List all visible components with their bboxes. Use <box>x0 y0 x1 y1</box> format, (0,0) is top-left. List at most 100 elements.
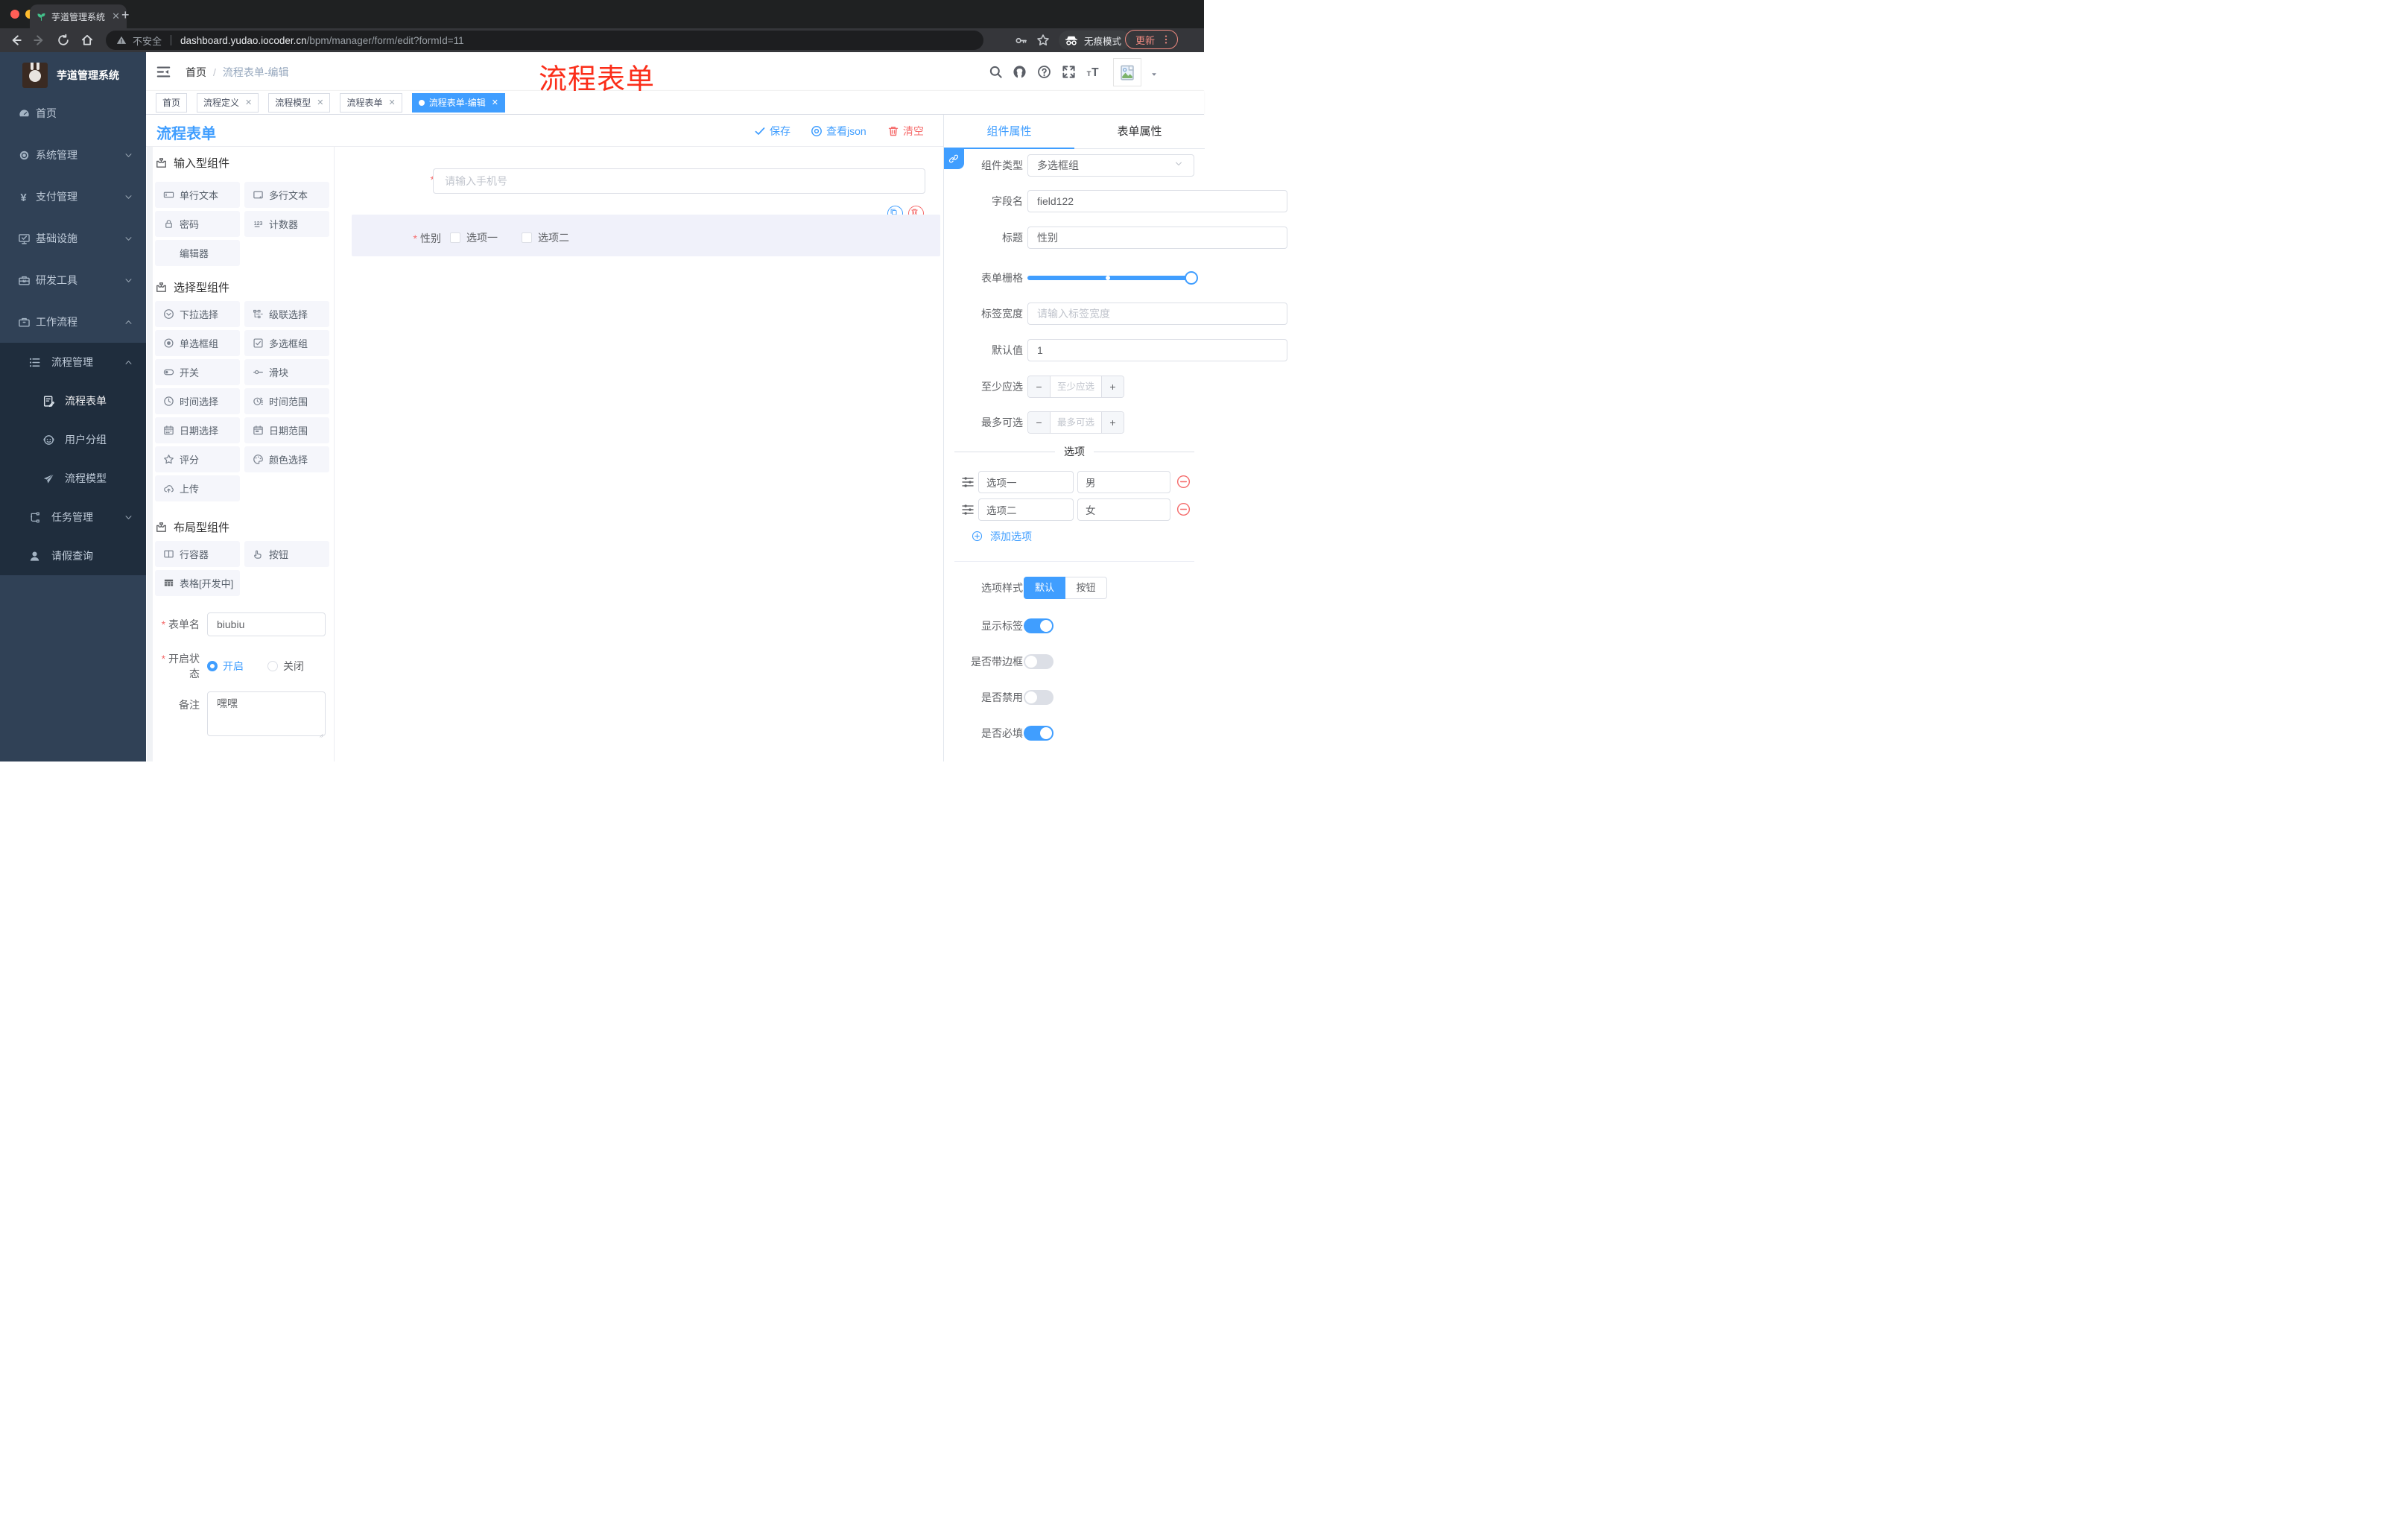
status-radio-off[interactable]: 关闭 <box>267 659 304 674</box>
sidebar-item-流程模型[interactable]: 流程模型 <box>0 459 146 498</box>
drag-handle-icon[interactable] <box>961 475 975 489</box>
fullscreen-icon[interactable] <box>1062 65 1076 79</box>
option-value-input[interactable] <box>1077 498 1170 521</box>
tab-close-icon[interactable]: ✕ <box>112 10 120 22</box>
tab-component-props[interactable]: 组件属性 <box>944 115 1074 148</box>
sidebar-item-支付管理[interactable]: ¥ 支付管理 <box>0 176 146 218</box>
palette-item-多选框组[interactable]: 多选框组 <box>244 330 329 356</box>
palette-item-级联选择[interactable]: 级联选择 <box>244 301 329 327</box>
avatar-caret-icon[interactable] <box>1150 72 1158 77</box>
field-name-input[interactable] <box>1027 190 1287 212</box>
sidebar-item-用户分组[interactable]: 用户分组 <box>0 420 146 459</box>
palette-item-滑块[interactable]: 滑块 <box>244 359 329 385</box>
default-value-input[interactable] <box>1027 339 1287 361</box>
breadcrumb-home[interactable]: 首页 <box>186 65 206 80</box>
component-type-select[interactable]: 多选框组 <box>1027 154 1194 177</box>
status-radio-on[interactable]: 开启 <box>207 659 244 674</box>
tag-close-icon[interactable]: ✕ <box>317 98 323 107</box>
title-input[interactable] <box>1027 227 1287 249</box>
toggle-是否带边框[interactable] <box>1024 654 1054 669</box>
sidebar-item-系统管理[interactable]: 系统管理 <box>0 134 146 176</box>
checkbox-icon[interactable] <box>522 232 532 243</box>
minus-button[interactable]: − <box>1028 376 1050 397</box>
window-close-button[interactable] <box>10 10 19 19</box>
toggle-是否禁用[interactable] <box>1024 690 1054 705</box>
form-canvas[interactable]: *手机号 *性别 选项一 选项二 <box>335 147 943 762</box>
hamburger-icon[interactable] <box>156 65 171 79</box>
palette-item-上传[interactable]: 上传 <box>155 475 240 501</box>
browser-tab[interactable]: 芋道管理系统 ✕ <box>30 4 127 28</box>
palette-item-颜色选择[interactable]: 颜色选择 <box>244 446 329 472</box>
remove-option-icon[interactable] <box>1176 475 1191 489</box>
save-button[interactable]: 保存 <box>754 124 790 139</box>
phone-field-input[interactable] <box>433 168 925 194</box>
tag-流程表单-编辑[interactable]: 流程表单-编辑 ✕ <box>411 92 505 113</box>
minus-button[interactable]: − <box>1028 412 1050 433</box>
drag-handle-icon[interactable] <box>961 503 975 516</box>
option-value-input[interactable] <box>1077 471 1170 493</box>
min-select-input[interactable] <box>1050 376 1102 397</box>
key-icon[interactable] <box>1015 34 1027 47</box>
palette-item-时间范围[interactable]: 时间范围 <box>244 388 329 414</box>
style-option-默认[interactable]: 默认 <box>1024 577 1065 599</box>
toggle-是否必填[interactable] <box>1024 726 1054 741</box>
grid-slider[interactable] <box>1027 271 1198 285</box>
palette-item-日期范围[interactable]: 日期范围 <box>244 417 329 443</box>
add-option-button[interactable]: 添加选项 <box>972 529 1032 544</box>
menu-dots-icon[interactable] <box>1161 34 1171 45</box>
toggle-显示标签[interactable] <box>1024 618 1054 633</box>
palette-item-表格[开发中][interactable]: 表格[开发中] <box>155 570 240 596</box>
tag-流程表单[interactable]: 流程表单 ✕ <box>340 92 402 113</box>
palette-item-时间选择[interactable]: 时间选择 <box>155 388 240 414</box>
slider-thumb[interactable] <box>1185 271 1198 285</box>
resize-handle-icon[interactable] <box>317 732 324 738</box>
palette-item-密码[interactable]: 密码 <box>155 211 240 237</box>
sidebar-item-工作流程[interactable]: 工作流程 <box>0 301 146 343</box>
style-option-按钮[interactable]: 按钮 <box>1065 577 1107 599</box>
palette-item-按钮[interactable]: 按钮 <box>244 541 329 567</box>
avatar[interactable] <box>1113 58 1141 86</box>
palette-item-日期选择[interactable]: 日期选择 <box>155 417 240 443</box>
remove-option-icon[interactable] <box>1176 502 1191 516</box>
palette-item-编辑器[interactable]: 编辑器 <box>155 240 240 266</box>
sidebar-item-研发工具[interactable]: 研发工具 <box>0 259 146 301</box>
search-icon[interactable] <box>989 65 1003 79</box>
help-icon[interactable] <box>1037 65 1051 79</box>
bookmark-star-icon[interactable] <box>1036 34 1050 47</box>
forward-icon[interactable] <box>33 34 46 47</box>
gender-option-2[interactable]: 选项二 <box>522 230 569 245</box>
tag-首页[interactable]: 首页 <box>156 92 188 113</box>
view-json-button[interactable]: 查看json <box>811 124 866 139</box>
option-label-input[interactable] <box>978 498 1074 521</box>
palette-item-单选框组[interactable]: 单选框组 <box>155 330 240 356</box>
max-select-input[interactable] <box>1050 412 1102 433</box>
sidebar-item-流程管理[interactable]: 流程管理 <box>0 343 146 381</box>
new-tab-button[interactable]: + <box>121 7 130 23</box>
sidebar-item-基础设施[interactable]: 基础设施 <box>0 218 146 259</box>
plus-button[interactable]: + <box>1102 412 1124 433</box>
update-button[interactable]: 更新 <box>1125 30 1179 49</box>
tag-close-icon[interactable]: ✕ <box>492 98 498 107</box>
tab-form-props[interactable]: 表单属性 <box>1074 115 1205 148</box>
palette-item-单行文本[interactable]: 单行文本 <box>155 182 240 208</box>
reload-icon[interactable] <box>57 34 70 47</box>
selected-component-gender[interactable]: * 性别 选项一 选项二 <box>352 215 940 256</box>
remark-textarea[interactable]: 嘿嘿 <box>207 691 326 736</box>
tag-close-icon[interactable]: ✕ <box>245 98 252 107</box>
form-name-input[interactable] <box>207 612 326 636</box>
back-icon[interactable] <box>9 34 22 47</box>
palette-item-开关[interactable]: 开关 <box>155 359 240 385</box>
sidebar-item-流程表单[interactable]: 流程表单 <box>0 381 146 420</box>
tag-流程模型[interactable]: 流程模型 ✕ <box>268 92 331 113</box>
plus-button[interactable]: + <box>1102 376 1124 397</box>
sidebar-item-首页[interactable]: 首页 <box>0 92 146 134</box>
address-bar[interactable]: 不安全 dashboard.yudao.iocoder.cn/bpm/manag… <box>106 31 983 50</box>
palette-item-计数器[interactable]: 123 计数器 <box>244 211 329 237</box>
option-label-input[interactable] <box>978 471 1074 493</box>
sidebar-item-任务管理[interactable]: 任务管理 <box>0 498 146 536</box>
palette-item-行容器[interactable]: 行容器 <box>155 541 240 567</box>
gender-option-1[interactable]: 选项一 <box>450 230 498 245</box>
palette-item-评分[interactable]: 评分 <box>155 446 240 472</box>
clear-button[interactable]: 清空 <box>887 124 924 139</box>
sidebar-item-请假查询[interactable]: 请假查询 <box>0 536 146 575</box>
